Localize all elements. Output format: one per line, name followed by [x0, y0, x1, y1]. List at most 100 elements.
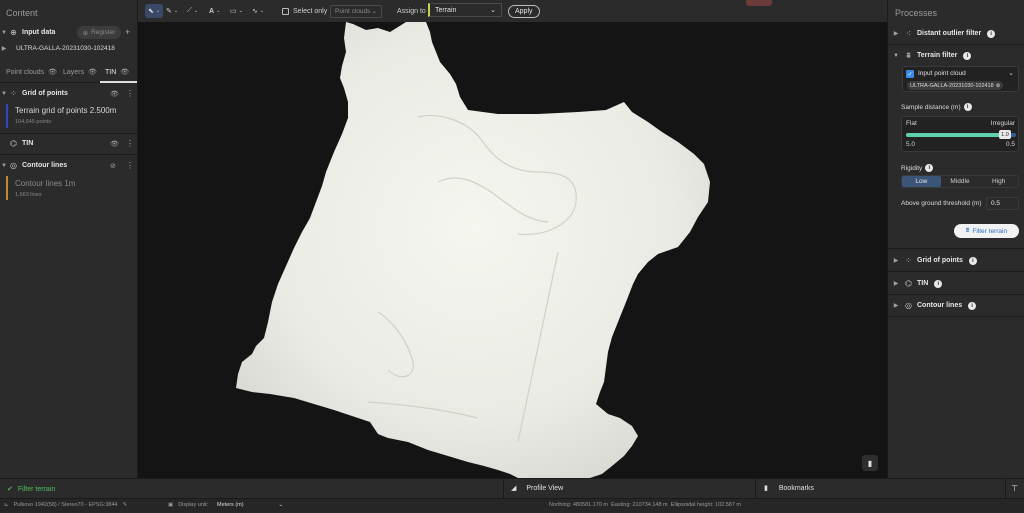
tab-point-clouds[interactable]: Point clouds 👁 [6, 68, 57, 77]
task-bar: ✔ Filter terrain ◢ Profile View ▮ Bookma… [0, 478, 1024, 499]
bookmark-icon: ▮ [764, 485, 768, 492]
contour-lines-header[interactable]: ▼ ◎ Contour lines ⊘ ⋮ [0, 160, 138, 171]
input-chip: ULTRA-GALLA-20231030-102418 ⊗ [907, 81, 1004, 90]
apply-button[interactable]: Apply [508, 4, 540, 18]
info-icon[interactable]: i [968, 301, 977, 310]
shape-tool-button[interactable]: ▭ ⌄ [230, 4, 243, 18]
sample-distance-row: Sample distance (m) i [901, 103, 972, 111]
slider-right-label: Irregular [990, 120, 1015, 127]
point-clouds-dropdown[interactable]: Point clouds ⌄ [330, 4, 382, 18]
input-checkbox[interactable]: ✓ [906, 70, 914, 78]
add-icon[interactable]: + [125, 27, 130, 37]
eye-icon[interactable]: 👁 [110, 140, 119, 148]
chevron-down-icon: ⌄ [278, 502, 283, 508]
notification-tab[interactable] [746, 0, 772, 6]
sample-distance-label: Sample distance (m) [901, 103, 961, 111]
select-tool-button[interactable]: ⬉ ⌄ [145, 4, 164, 18]
slider-min-label: 5.0 [906, 141, 916, 148]
line-tool-button[interactable]: ⟋ ⌄ [187, 4, 198, 18]
collapse-caret-icon[interactable]: ▼ [0, 163, 8, 169]
tin-header[interactable]: ⌬ TIN 👁 ⋮ [0, 138, 138, 149]
rigidity-high[interactable]: High [979, 176, 1018, 187]
line-icon: ⟋ [187, 7, 192, 14]
dataset-row[interactable]: ▶ ULTRA-GALLA-20231030-102418 [0, 45, 138, 52]
cursor-icon: ⬉ [148, 8, 154, 15]
freehand-tool-button[interactable]: ∿ ⌄ [252, 4, 264, 18]
tab-point-clouds-label: Point clouds [6, 68, 45, 76]
grid-of-points-process-row[interactable]: ▶ ⁘ Grid of points i [888, 255, 1024, 266]
info-icon[interactable]: i [934, 279, 943, 288]
freehand-icon: ∿ [252, 8, 258, 15]
filter-terrain-label: Filter terrain [972, 227, 1008, 235]
tab-tin[interactable]: TIN 👁 [105, 68, 129, 77]
layer-name[interactable]: Terrain grid of points 2.500m [15, 106, 116, 115]
select-only-toggle[interactable]: Select only [282, 4, 327, 18]
bookmarks-button[interactable]: ▮ Bookmarks [764, 484, 814, 493]
rigidity-middle[interactable]: Middle [941, 176, 980, 187]
eye-hidden-icon[interactable]: ⊘ [110, 162, 116, 170]
crs-selector[interactable]: ⊾ Pulkovo 1942(58) / Stereo70 - EPSG:384… [4, 502, 127, 508]
expand-caret-icon[interactable]: ▶ [892, 280, 900, 287]
3d-viewport[interactable]: ▮ [138, 22, 887, 478]
info-icon[interactable]: i [968, 256, 977, 265]
filter-terrain-button[interactable]: ⩩ Filter terrain [954, 224, 1019, 238]
terrain-filter-row[interactable]: ▼ ⩩ Terrain filter i [888, 50, 1024, 61]
info-icon[interactable]: i [987, 29, 996, 38]
contour-lines-process-label: Contour lines [917, 302, 963, 309]
slider-max-label: 0.5 [1005, 141, 1015, 148]
grid-of-points-process-label: Grid of points [917, 257, 963, 264]
eye-icon[interactable]: 👁 [88, 68, 97, 76]
bookmark-icon[interactable]: ▮ [862, 455, 878, 471]
info-icon[interactable]: i [963, 51, 972, 60]
rigidity-low[interactable]: Low [902, 176, 941, 187]
active-tab-indicator [100, 81, 137, 83]
expand-panel-icon[interactable]: ⊤ [1011, 484, 1018, 493]
contour-lines-process-row[interactable]: ▶ ◎ Contour lines i [888, 300, 1024, 311]
profile-view-label: Profile View [526, 484, 564, 492]
select-only-checkbox[interactable] [282, 7, 289, 15]
distant-outlier-filter-row[interactable]: ▶ ⁖ Distant outlier filter i [888, 28, 1024, 39]
more-options-icon[interactable]: ⋮ [126, 89, 134, 98]
terrain-dropdown[interactable]: Terrain ⌄ [428, 3, 502, 17]
more-options-icon[interactable]: ⋮ [126, 139, 134, 148]
divider [0, 133, 138, 134]
expand-caret-icon[interactable]: ▶ [892, 302, 900, 309]
sample-distance-slider[interactable]: 1.0 [906, 130, 1016, 139]
tab-tin-label: TIN [105, 68, 117, 76]
collapse-caret-icon[interactable]: ▼ [0, 91, 8, 97]
register-button[interactable]: ⊕ Register [77, 26, 121, 39]
layer-color-bar [6, 104, 8, 128]
divider [1005, 479, 1006, 499]
expand-caret-icon[interactable]: ▶ [892, 30, 900, 37]
collapse-caret-icon[interactable]: ▼ [0, 30, 8, 36]
eye-icon[interactable]: 👁 [110, 90, 119, 98]
dataset-name: ULTRA-GALLA-20231030-102418 [16, 45, 115, 52]
profile-view-button[interactable]: ◢ Profile View [511, 484, 564, 493]
eye-icon[interactable]: 👁 [120, 68, 129, 76]
input-point-cloud-card[interactable]: ✓ Input point cloud ⌄ ULTRA-GALLA-202310… [902, 66, 1019, 92]
task-status[interactable]: ✔ Filter terrain [7, 485, 55, 494]
info-icon[interactable]: i [963, 103, 972, 111]
chevron-down-icon[interactable]: ⌄ [1008, 69, 1014, 77]
expand-caret-icon[interactable]: ▶ [892, 257, 900, 264]
chevron-down-icon: ⌄ [155, 8, 161, 14]
tab-layers[interactable]: Layers 👁 [63, 68, 97, 77]
check-circle-icon: ✔ [7, 486, 13, 493]
brush-tool-button[interactable]: ✎ ⌄ [166, 4, 178, 18]
collapse-caret-icon[interactable]: ▼ [892, 53, 900, 59]
edit-icon[interactable]: ✎ [123, 502, 128, 508]
above-ground-input[interactable]: 0.5 [986, 197, 1019, 210]
distant-outlier-filter-label: Distant outlier filter [917, 30, 982, 37]
slider-thumb[interactable]: 1.0 [999, 130, 1011, 139]
grid-of-points-header[interactable]: ▼ ⁘ Grid of points 👁 ⋮ [0, 88, 138, 99]
expand-caret-icon[interactable]: ▶ [0, 45, 8, 52]
info-icon[interactable]: i [925, 164, 934, 172]
text-tool-button[interactable]: A ⌄ [209, 4, 220, 18]
eye-icon[interactable]: 👁 [48, 68, 57, 76]
more-options-icon[interactable]: ⋮ [126, 161, 134, 170]
rigidity-row: Rigidity i [901, 164, 934, 172]
display-unit-dropdown[interactable]: Meters (m) ⌄ [217, 502, 283, 508]
close-icon[interactable]: ⊗ [996, 83, 1001, 89]
tin-process-row[interactable]: ▶ ⌬ TIN i [888, 278, 1024, 289]
layer-name[interactable]: Contour lines 1m [15, 179, 75, 188]
